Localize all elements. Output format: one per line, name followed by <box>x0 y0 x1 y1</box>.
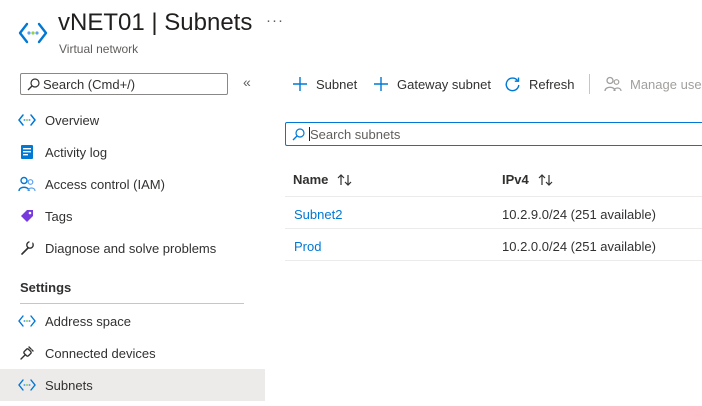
sidebar-item-subnets[interactable]: Subnets <box>0 369 265 401</box>
plug-icon <box>18 344 36 362</box>
section-divider <box>20 303 244 304</box>
column-header-label: Name <box>293 172 329 187</box>
subnet-name-link[interactable]: Prod <box>294 239 321 254</box>
subnet-search-box[interactable] <box>285 122 702 146</box>
sidebar-item-label: Access control (IAM) <box>45 176 165 192</box>
sidebar-item-label: Address space <box>45 313 131 329</box>
sidebar-search-input[interactable] <box>43 76 223 92</box>
sort-icon <box>537 173 555 187</box>
toolbar-separator <box>589 74 590 94</box>
refresh-button[interactable]: Refresh <box>504 74 575 94</box>
collapse-sidebar-button[interactable]: « <box>243 74 251 90</box>
sidebar-item-label: Connected devices <box>45 345 156 361</box>
plus-icon <box>373 76 389 92</box>
add-gateway-subnet-button[interactable]: Gateway subnet <box>373 74 491 94</box>
row-divider <box>285 260 702 261</box>
sidebar-item-label: Subnets <box>45 377 93 393</box>
address-space-icon <box>18 312 36 330</box>
more-options-button[interactable]: ··· <box>266 12 284 29</box>
people-icon <box>18 175 36 193</box>
sidebar-item-label: Tags <box>45 208 73 224</box>
manage-users-button[interactable]: Manage user <box>604 74 702 94</box>
tag-icon <box>18 207 36 225</box>
sidebar-item-label: Activity log <box>45 144 108 160</box>
wrench-icon <box>18 239 36 257</box>
activity-log-icon <box>18 143 36 161</box>
text-cursor <box>309 127 310 141</box>
sidebar-item-activity-log[interactable]: Activity log <box>0 136 265 168</box>
add-gateway-subnet-label: Gateway subnet <box>397 76 491 92</box>
page-subtitle: Virtual network <box>59 42 139 56</box>
virtual-network-icon <box>18 20 48 46</box>
subnet-ipv4: 10.2.0.0/24 (251 available) <box>502 239 656 254</box>
subnets-icon <box>18 376 36 394</box>
sort-icon <box>336 173 354 187</box>
column-header-label: IPv4 <box>502 172 529 187</box>
sidebar-item-address-space[interactable]: Address space <box>0 305 265 337</box>
subnet-name-link[interactable]: Subnet2 <box>294 207 342 222</box>
header-divider <box>285 196 702 197</box>
sidebar-item-diagnose[interactable]: Diagnose and solve problems <box>0 232 265 264</box>
add-subnet-label: Subnet <box>316 76 358 92</box>
manage-users-label: Manage user <box>630 76 702 92</box>
sidebar-item-tags[interactable]: Tags <box>0 200 265 232</box>
search-icon <box>292 128 305 141</box>
sidebar-search[interactable] <box>20 73 228 95</box>
vnet-icon <box>18 111 36 129</box>
manage-users-icon <box>604 76 622 92</box>
refresh-icon <box>504 76 521 93</box>
search-icon <box>27 78 40 91</box>
column-header-ipv4[interactable]: IPv4 <box>502 172 555 187</box>
sidebar-item-label: Overview <box>45 112 100 128</box>
page-title: vNET01 | Subnets <box>58 9 253 36</box>
sidebar-item-overview[interactable]: Overview <box>0 104 265 136</box>
row-divider <box>285 228 702 229</box>
subnet-ipv4: 10.2.9.0/24 (251 available) <box>502 207 656 222</box>
sidebar-item-label: Diagnose and solve problems <box>45 240 217 256</box>
column-header-name[interactable]: Name <box>293 172 354 187</box>
settings-section-heading: Settings <box>20 280 72 295</box>
subnet-search-input[interactable] <box>310 126 690 142</box>
sidebar-item-access-control[interactable]: Access control (IAM) <box>0 168 265 200</box>
add-subnet-button[interactable]: Subnet <box>292 74 357 94</box>
plus-icon <box>292 76 308 92</box>
sidebar-item-connected-devices[interactable]: Connected devices <box>0 337 265 369</box>
refresh-label: Refresh <box>529 76 575 92</box>
